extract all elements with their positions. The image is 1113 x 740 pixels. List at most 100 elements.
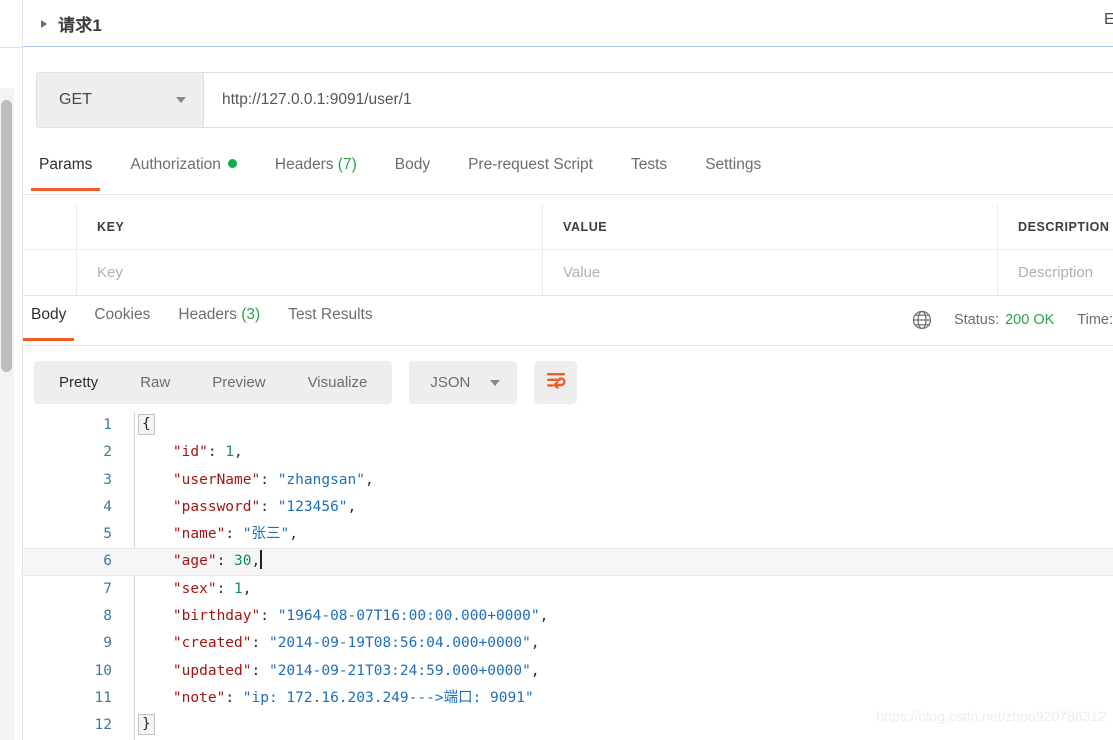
code-fold-brace[interactable]: } [138, 714, 155, 736]
code-token-str: "123456" [277, 498, 348, 515]
code-line[interactable]: 9 "created": "2014-09-19T08:56:04.000+00… [23, 630, 1113, 657]
params-description-input[interactable]: Description [998, 250, 1113, 295]
line-number: 5 [103, 526, 112, 543]
format-segmented-control: Pretty Raw Preview Visualize [34, 361, 393, 404]
line-number: 11 [94, 689, 112, 706]
request-tab-settings[interactable]: Settings [705, 150, 761, 191]
code-line[interactable]: 10 "updated": "2014-09-21T03:24:59.000+0… [23, 658, 1113, 685]
response-tab-cookies[interactable]: Cookies [94, 300, 150, 341]
code-token-punct: : [251, 662, 269, 679]
request-tabs-list: Params Authorization Headers (7) Body Pre-re… [23, 150, 1113, 191]
request-tab-headers[interactable]: Headers (7) [275, 150, 357, 191]
language-selector[interactable]: JSON [409, 361, 518, 404]
code-token-punct: , [530, 662, 540, 679]
code-fold-brace[interactable]: { [138, 414, 155, 435]
params-header-description: DESCRIPTION [998, 205, 1113, 249]
method-label: GET [59, 91, 92, 108]
line-number: 4 [103, 498, 112, 515]
code-token-punct: , [365, 471, 374, 488]
code-line[interactable]: 3 "userName": "zhangsan", [23, 467, 1113, 494]
request-tab-pre-request-script[interactable]: Pre-request Script [468, 150, 593, 191]
params-row-checkbox-cell[interactable] [23, 250, 77, 295]
code-token-punct: , [347, 498, 357, 515]
params-description-placeholder: Description [1018, 264, 1094, 281]
text-cursor [260, 550, 263, 570]
tab-label: Headers [178, 306, 237, 323]
tab-label: Body [394, 156, 431, 173]
params-header-value-label: VALUE [563, 220, 608, 234]
line-number: 1 [103, 417, 112, 433]
code-token-str: "张三" [242, 526, 290, 543]
code-token-punct: , [289, 526, 298, 543]
tab-label: Params [39, 156, 93, 173]
code-line[interactable]: 8 "birthday": "1964-08-07T16:00:00.000+0… [23, 603, 1113, 630]
format-segment-raw[interactable]: Raw [119, 361, 191, 404]
chevron-down-icon[interactable] [176, 97, 186, 103]
tab-label: Body [31, 306, 67, 323]
code-token-key: "updated" [172, 662, 252, 679]
url-bar: GET http://127.0.0.1:9091/user/1 [36, 72, 1113, 128]
params-table-row[interactable]: Key Value Description [23, 250, 1113, 295]
line-number: 2 [103, 444, 112, 461]
tab-label: Pre-request Script [468, 156, 593, 173]
params-header-key-label: KEY [97, 220, 125, 234]
caret-right-icon[interactable] [41, 20, 47, 28]
line-number: 10 [94, 662, 112, 679]
code-line[interactable]: 7 "sex": 1, [23, 576, 1113, 603]
params-value-input[interactable]: Value [543, 250, 998, 295]
left-scrollbar-track[interactable] [0, 88, 14, 740]
line-number: 3 [103, 471, 112, 488]
code-line[interactable]: 6 "age": 30, [23, 548, 1113, 576]
response-tab-test-results[interactable]: Test Results [288, 300, 372, 341]
code-token-punct: , [242, 580, 252, 597]
params-key-placeholder: Key [97, 264, 123, 281]
chevron-down-icon[interactable] [490, 379, 501, 386]
code-token-punct: , [234, 444, 243, 461]
code-token-punct: : [216, 553, 235, 570]
line-number: 12 [94, 717, 112, 734]
response-body-code[interactable]: 1{2 "id": 1, 3 "userName": "zhangsan", 4 "… [23, 412, 1113, 740]
watermark: https://blog.csdn.net/zhou920786312 [876, 708, 1106, 724]
code-line-text: "created": "2014-09-19T08:56:04.000+0000… [138, 630, 540, 657]
request-tab-authorization[interactable]: Authorization [130, 150, 237, 191]
code-token-punct: , [251, 553, 261, 570]
request-tab-body[interactable]: Body [395, 150, 430, 191]
code-line-text: "sex": 1, [138, 576, 252, 603]
code-token-punct: : [260, 471, 278, 488]
format-segment-visualize[interactable]: Visualize [287, 361, 389, 404]
format-segment-preview[interactable]: Preview [191, 361, 286, 404]
response-tab-body[interactable]: Body [22, 300, 75, 341]
url-input[interactable]: http://127.0.0.1:9091/user/1 [204, 73, 1113, 127]
params-table: KEY VALUE DESCRIPTION Key Value Descript… [23, 205, 1113, 296]
code-token-key: "password" [172, 498, 261, 515]
code-token-key: "birthday" [172, 608, 261, 625]
tab-count-badge: (3) [236, 306, 261, 323]
request-tab-params[interactable]: Params [30, 150, 101, 191]
params-key-input[interactable]: Key [77, 250, 543, 295]
code-line[interactable]: 2 "id": 1, [23, 439, 1113, 466]
code-line[interactable]: 5 "name": "张三", [23, 521, 1113, 548]
request-tabs: Params Authorization Headers (7) Body Pre-re… [23, 150, 1113, 195]
code-line-text: "password": "123456", [138, 494, 356, 521]
request-title-group[interactable]: 请求1 [41, 11, 102, 36]
globe-icon[interactable] [911, 309, 933, 331]
code-line[interactable]: 4 "password": "123456", [23, 494, 1113, 521]
request-tab-tests[interactable]: Tests [631, 150, 667, 191]
left-scrollbar-thumb[interactable] [1, 100, 12, 372]
url-text: http://127.0.0.1:9091/user/1 [222, 91, 412, 108]
method-selector[interactable]: GET [37, 73, 204, 127]
response-tabs: Body Cookies Headers (3) Test Results Statu… [22, 300, 1113, 346]
code-token-punct: : [216, 580, 235, 597]
code-token-str: "zhangsan" [277, 471, 366, 488]
code-line[interactable]: 1{ [23, 412, 1113, 439]
postman-response-view: 请求1 Examples GET http://127.0.0.1:9091/u… [0, 0, 1113, 740]
code-token-num: 1 [234, 580, 243, 597]
language-label: JSON [430, 374, 471, 391]
code-token-key: "created" [172, 635, 252, 652]
response-tab-headers[interactable]: Headers (3) [178, 300, 260, 341]
format-segment-pretty[interactable]: Pretty [38, 361, 119, 404]
examples-label-clipped[interactable]: Examples [1104, 11, 1113, 29]
word-wrap-button[interactable] [534, 361, 578, 404]
